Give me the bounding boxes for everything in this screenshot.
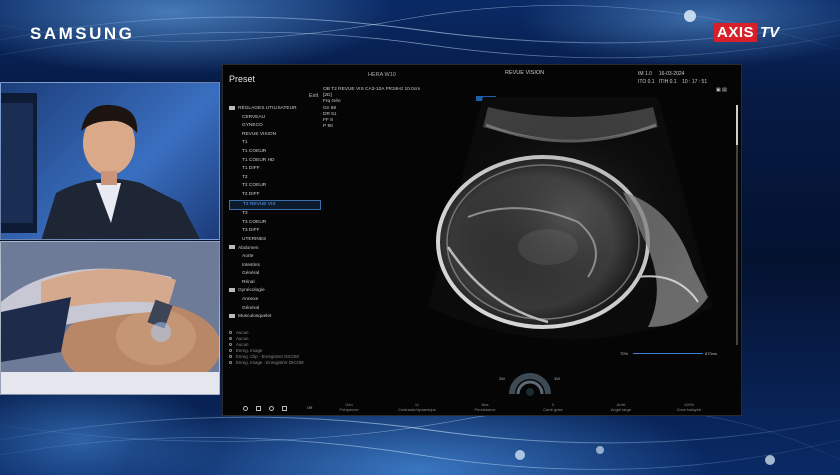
radio-icon [229,361,232,365]
control-label: Persistance [474,407,496,412]
exit-button[interactable]: Exit [309,93,318,99]
menu-item[interactable]: Intestins [229,262,321,271]
option-item[interactable]: Enreg. Image - Enregistrer DICOM [229,360,321,366]
menu-item[interactable]: Annexe [229,296,321,305]
image-settings-icon[interactable]: ▣ [716,87,721,93]
image-parameters: OB T2 REVUE VIS CA3-10A FR34Hz 10.0cm [2… [323,87,420,130]
tv-logo-text: TV [760,23,780,41]
param-row: OB T2 REVUE VIS CA3-10A FR34Hz 10.0cm [323,87,421,92]
menu-item-selected[interactable]: T2 REVUE VIS [229,199,321,211]
dial-right-label: 3W [554,376,560,381]
top-right-icons: ▣ ▤ [716,87,727,93]
control-label: Contraste/dynamique [397,407,437,412]
menu-item[interactable]: T2 DIFF [229,191,321,200]
menu-item[interactable]: T3 [229,210,321,219]
trackball-dial-icon[interactable] [508,368,552,396]
folder-icon [229,245,235,250]
control-label: Angle large [610,407,632,412]
radio-icon [229,349,232,353]
folder-icon [229,313,235,318]
radio-icon [229,355,232,359]
control-wide-angle[interactable]: Arrêt Angle large [595,402,647,412]
control-scan-area[interactable]: 100% Zone balayée [663,402,715,412]
presenter-image [1,93,200,239]
pointer-icon[interactable] [282,406,287,411]
device-model: HERA W10 [368,72,396,78]
control-persistence[interactable]: Bas Persistance [459,402,511,412]
menu-item[interactable]: Général [229,305,321,314]
preset-menu: RÉGLAGES UTILISATEUR CERVEAU GYNECO REVU… [229,105,321,366]
menu-item[interactable]: T1 COEUR [229,148,321,157]
menu-item[interactable]: Rénal [229,279,321,288]
heart-icon[interactable] [269,406,274,411]
mode-title: REVUE VISION [505,70,545,76]
control-label: Carte grise [543,407,563,412]
display-icon[interactable]: ▤ [722,87,727,93]
radio-icon [229,331,232,335]
menu-category[interactable]: Gynécologie [229,287,321,296]
top-right-info: IM 1.0 16-03-2024 ITO 0.1 ITIH 0.1 10 : … [638,70,707,86]
preset-title: Preset [229,74,256,84]
menu-item[interactable]: T3 COEUR [229,219,321,228]
menu-item[interactable]: Général [229,270,321,279]
presenter-camera-feed [0,82,220,240]
menu-category[interactable]: RÉGLAGES UTILISATEUR [229,105,321,114]
menu-item[interactable]: T2 [229,174,321,183]
probe-image [1,242,219,394]
control-frequency[interactable]: Gén Fréquence [323,402,375,412]
menu-item[interactable]: T3 DIFF [229,227,321,236]
samsung-logo: SAMSUNG [30,24,135,43]
record-icon[interactable] [243,406,248,411]
control-label: Zone balayée [676,407,702,412]
save-icon[interactable] [256,406,261,411]
menu-item[interactable]: CERVEAU [229,114,321,123]
menu-item[interactable]: UTERINES [229,236,321,245]
radio-icon [229,343,232,347]
menu-item[interactable]: T1 DIFF [229,165,321,174]
gain-right-value: 870ms [705,351,718,356]
axis-tv-logo: AXIS TV [714,22,779,42]
menu-item[interactable]: Aorte [229,253,321,262]
menu-item[interactable]: REVUE VISION [229,131,321,140]
bottom-label: Off [307,405,313,410]
folder-icon [229,288,235,293]
menu-item[interactable]: T1 COEUR HD [229,157,321,166]
ultrasound-scan-image [428,97,713,340]
dial-left-label: 3W [499,376,505,381]
control-gray-map[interactable]: 0 Carte grise [527,402,579,412]
gain-left-value: 70% [620,351,629,356]
info-line-2: ITO 0.1 ITIH 0.1 10 : 17 : 51 [638,79,708,85]
probe-camera-feed [0,241,220,395]
folder-icon [229,105,235,110]
axis-logo-text: AXIS [714,22,758,42]
menu-item[interactable]: GYNECO [229,122,321,131]
info-line-1: IM 1.0 16-03-2024 [638,71,685,77]
menu-category[interactable]: Abdomen [229,245,321,254]
param-row: P 90 [323,124,333,130]
menu-category[interactable]: Musculosquelet [229,313,321,322]
depth-scale [736,105,738,345]
radio-icon [229,337,232,341]
control-contrast[interactable]: 11 Contraste/dynamique [391,402,443,412]
control-label: Fréquence [339,407,359,412]
menu-item[interactable]: T1 [229,139,321,148]
ultrasound-screen: Preset Exit HERA W10 REVUE VISION IM 1.0… [222,64,742,416]
gain-slider[interactable] [633,353,703,354]
menu-item[interactable]: T2 COEUR [229,182,321,191]
